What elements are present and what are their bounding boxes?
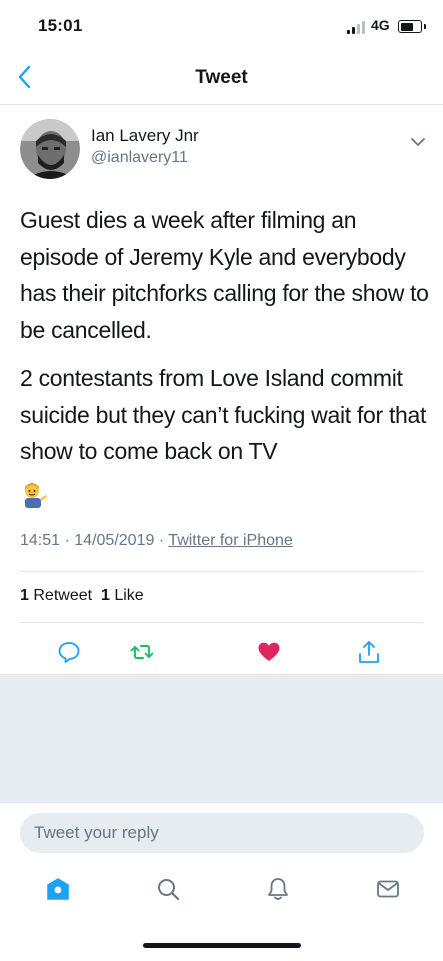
divider [20,622,423,623]
share-icon [359,641,379,663]
home-icon [47,878,69,900]
replies-area [0,674,443,803]
tab-home[interactable] [44,875,72,903]
search-icon [158,879,180,901]
avatar[interactable] [20,119,80,179]
tab-notifications[interactable] [264,875,292,903]
network-type: 4G [371,17,390,33]
reply-icon [58,642,80,663]
status-time: 15:01 [38,16,83,35]
retweet-button[interactable] [128,638,156,666]
bottom-area [0,802,443,961]
chevron-down-icon [411,138,425,146]
retweet-icon [130,645,154,659]
signal-icon [347,20,367,34]
tweet-date: 14/05/2019 [74,532,155,549]
tweet-timestamp: 14:51 · 14/05/2019 · Twitter for iPhone [20,532,293,550]
man-tipping-hand-emoji [20,480,48,508]
tweet-actions [0,630,443,674]
notifications-icon [268,878,288,900]
divider [20,571,423,572]
messages-icon [377,880,399,898]
retweet-label: Retweet [33,587,93,604]
nav-bar: Tweet [0,50,443,105]
author-handle[interactable]: @ianlavery11 [91,149,188,167]
like-count: 1 [100,587,110,604]
retweet-count: 1 [20,587,29,604]
share-button[interactable] [355,638,383,666]
tweet-options-button[interactable] [406,132,430,152]
avatar-image [20,119,80,179]
reply-button[interactable] [55,638,83,666]
status-bar: 15:01 4G [0,0,443,48]
like-button[interactable] [255,638,283,666]
battery-tip [424,24,426,29]
tweet-text: Guest dies a week after filming an episo… [20,202,430,482]
home-indicator[interactable] [143,943,301,948]
separator: · [64,532,70,549]
tweet-source-link[interactable]: Twitter for iPhone [168,532,293,549]
reply-input[interactable] [20,813,424,853]
like-count-link[interactable]: 1 Like [101,587,144,604]
heart-icon [258,642,280,661]
tweet-stats: 1 Retweet 1 Like [20,587,144,605]
tab-search[interactable] [154,875,182,903]
tweet-time: 14:51 [20,532,61,549]
author-name[interactable]: Ian Lavery Jnr [91,126,199,146]
page-title: Tweet [195,67,248,88]
retweet-count-link[interactable]: 1 Retweet [20,587,92,604]
separator: · [158,532,165,549]
tab-messages[interactable] [374,875,402,903]
tweet-paragraph: Guest dies a week after filming an episo… [20,207,429,343]
tweet-paragraph: 2 contestants from Love Island commit su… [20,365,427,464]
battery-icon [398,20,422,33]
like-label: Like [114,587,144,604]
